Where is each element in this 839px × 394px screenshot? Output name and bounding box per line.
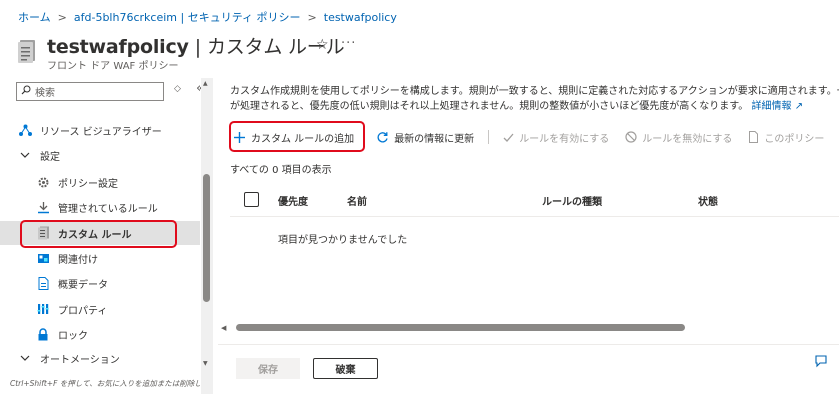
sidebar-item-overview-data[interactable]: 概要データ xyxy=(0,271,200,295)
sidebar-item-properties[interactable]: プロパティ xyxy=(0,297,200,321)
breadcrumb-policy[interactable]: testwafpolicy xyxy=(324,11,397,24)
scroll-up-icon[interactable]: ▲ xyxy=(203,80,208,87)
this-policy-label: このポリシー xyxy=(764,133,825,145)
search-placeholder: 検索 xyxy=(35,88,55,99)
refresh-label: 最新の情報に更新 xyxy=(394,133,475,145)
lock-icon xyxy=(36,327,50,341)
search-input[interactable]: 検索 xyxy=(16,82,164,101)
star-icon[interactable]: ☆ xyxy=(316,37,329,53)
search-icon xyxy=(21,85,31,98)
horizontal-scrollbar-thumb[interactable] xyxy=(236,324,685,331)
sidebar-item-label: 概要データ xyxy=(58,279,108,291)
column-status[interactable]: 状態 xyxy=(698,193,718,208)
this-policy-button[interactable]: このポリシー xyxy=(748,130,824,145)
chevron-down-icon xyxy=(18,148,32,162)
sidebar-item-label: 関連付け xyxy=(58,254,98,266)
sidebar-scrollbar-thumb[interactable] xyxy=(203,174,210,302)
sidebar-item-associations[interactable]: 関連付け xyxy=(0,246,200,270)
sidebar-group-automation[interactable]: オートメーション xyxy=(0,346,200,370)
description: カスタム作成規則を使用してポリシーを構成します。規則が一致すると、規則に定義され… xyxy=(230,84,839,114)
toolbar-divider xyxy=(488,130,490,144)
properties-icon xyxy=(36,302,50,316)
item-count: すべての 0 項目の表示 xyxy=(230,165,332,176)
page-icon xyxy=(748,131,759,143)
table-header: 優先度 名前 ルールの種類 状態 xyxy=(230,184,839,217)
empty-message: 項目が見つかりませんでした xyxy=(278,235,408,246)
select-all-checkbox[interactable] xyxy=(244,192,259,207)
scroll-down-icon[interactable]: ▼ xyxy=(203,360,208,367)
disable-rule-button[interactable]: ルールを無効にする xyxy=(625,130,732,145)
description-line-2: が処理されると、優先度の低い規則はそれ以上処理されません。規則の整数値が小さいほ… xyxy=(230,101,749,112)
association-icon xyxy=(36,251,50,265)
policy-name: testwafpolicy xyxy=(47,36,189,58)
block-icon xyxy=(625,131,637,143)
sidebar-item-label: 管理されているルール xyxy=(58,203,158,215)
breadcrumb-security-policy[interactable]: afd-5blh76crkceim | セキュリティ ポリシー xyxy=(74,9,301,25)
sidebar-group-settings[interactable]: 設定 xyxy=(0,143,200,167)
enable-rule-label: ルールを有効にする xyxy=(519,133,610,145)
sidebar-item-resource-visualizer[interactable]: リソース ビジュアライザー xyxy=(0,118,200,142)
footer-divider xyxy=(218,344,839,345)
column-name[interactable]: 名前 xyxy=(347,193,367,208)
sidebar-item-policy-settings[interactable]: ポリシー設定 xyxy=(0,170,200,194)
document-icon xyxy=(36,276,50,290)
page-subtitle: フロント ドア WAF ポリシー xyxy=(47,61,179,72)
chevron-down-icon xyxy=(18,351,32,365)
refresh-button[interactable]: 最新の情報に更新 xyxy=(376,130,474,145)
waf-policy-icon xyxy=(17,39,37,63)
sidebar-item-label: リソース ビジュアライザー xyxy=(40,126,162,138)
feedback-icon[interactable] xyxy=(814,354,828,371)
column-rule-type[interactable]: ルールの種類 xyxy=(542,193,602,208)
save-button[interactable]: 保存 xyxy=(236,358,300,379)
sidebar-item-locks[interactable]: ロック xyxy=(0,322,200,346)
refresh-icon xyxy=(376,131,389,144)
external-link-icon: ↗ xyxy=(794,101,804,112)
breadcrumb-separator: > xyxy=(57,10,67,24)
enable-rule-button[interactable]: ルールを有効にする xyxy=(503,130,609,145)
scroll-left-icon[interactable]: ◀ xyxy=(221,324,226,332)
breadcrumb: ホーム > afd-5blh76crkceim | セキュリティ ポリシー > … xyxy=(18,9,397,25)
learn-more-label: 詳細情報 xyxy=(751,101,792,112)
breadcrumb-separator: > xyxy=(307,10,317,24)
highlight-add-custom-rule xyxy=(229,121,365,152)
gear-icon xyxy=(36,175,50,189)
checkmark-icon xyxy=(503,132,514,143)
column-priority[interactable]: 優先度 xyxy=(278,193,308,208)
resource-visualizer-icon xyxy=(18,123,32,137)
sidebar-item-label: ロック xyxy=(58,330,88,342)
highlight-custom-rules xyxy=(20,220,177,248)
page-title: testwafpolicy | カスタム ルール xyxy=(47,32,345,59)
description-line-1: カスタム作成規則を使用してポリシーを構成します。規則が一致すると、規則に定義され… xyxy=(230,86,839,97)
sidebar-item-label: 設定 xyxy=(40,151,60,163)
sidebar-item-label: オートメーション xyxy=(40,354,120,366)
learn-more-link[interactable]: 詳細情報 ↗ xyxy=(752,101,804,112)
sidebar-item-label: プロパティ xyxy=(58,305,108,317)
title-separator: | xyxy=(194,36,201,58)
sidebar-item-managed-rules[interactable]: 管理されているルール xyxy=(0,195,200,219)
disable-rule-label: ルールを無効にする xyxy=(642,133,733,145)
favorites-hint: Ctrl+Shift+F を押して、お気に入りを追加または削除しま す xyxy=(10,379,200,388)
ellipsis-icon[interactable]: ··· xyxy=(341,36,356,51)
managed-rules-icon xyxy=(36,200,50,214)
expand-collapse-icon[interactable]: ◇ xyxy=(174,84,181,94)
discard-button[interactable]: 破棄 xyxy=(313,358,378,379)
sidebar-item-label: ポリシー設定 xyxy=(58,178,118,190)
breadcrumb-home[interactable]: ホーム xyxy=(18,9,51,25)
